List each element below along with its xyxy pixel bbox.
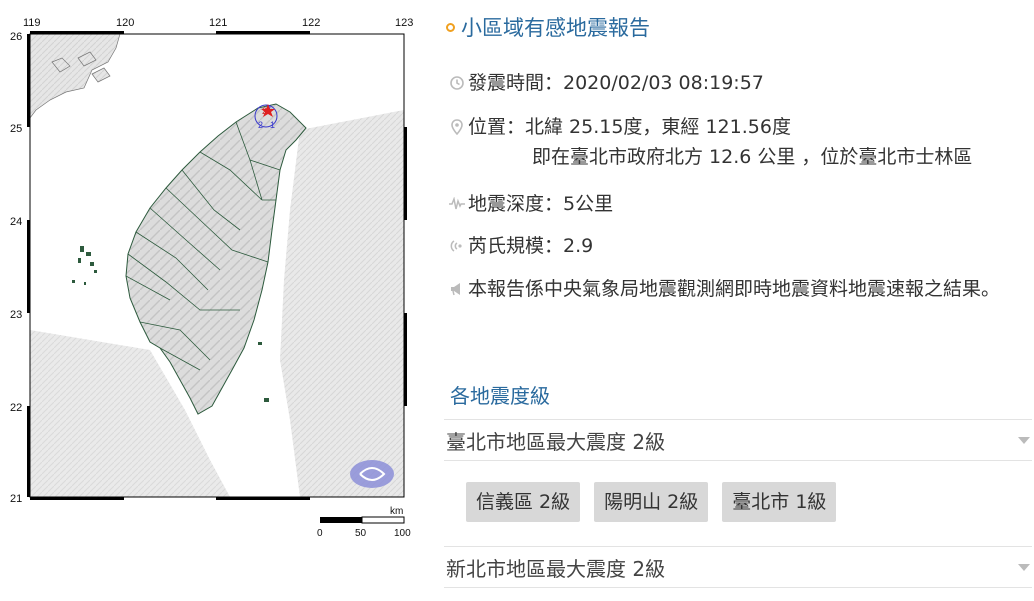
station-badge-taipei: 臺北市 1級 [722, 482, 837, 522]
info-location: 位置：北緯 25.15度，東經 121.56度 即在臺北市政府北方 12.6 公… [448, 112, 972, 172]
wave-icon [448, 231, 466, 261]
info-depth: 地震深度：5公里 [448, 189, 613, 219]
info-note: 本報告係中央氣象局地震觀測網即時地震資料地震速報之結果。 [448, 274, 1028, 304]
megaphone-icon [448, 274, 466, 304]
info-time: 發震時間：2020/02/03 08:19:57 [448, 68, 764, 98]
station-badge-yangmingshan: 陽明山 2級 [594, 482, 709, 522]
info-magnitude: 芮氏規模：2.9 [448, 231, 593, 261]
region-new-taipei-city[interactable]: 新北市地區最大震度 2級 [444, 546, 1032, 588]
lat-tick-25: 25 [10, 123, 22, 135]
time-text: 發震時間：2020/02/03 08:19:57 [468, 72, 764, 94]
bullet-icon [446, 22, 455, 32]
earthquake-report: 小區域有感地震報告 發震時間：2020/02/03 08:19:57 位置：北緯… [444, 0, 1034, 601]
region-taipei-city[interactable]: 臺北市地區最大震度 2級 [444, 419, 1032, 461]
clock-icon [448, 68, 466, 98]
small-island [258, 342, 262, 345]
intensity-label-b: 1 [270, 120, 275, 130]
intensity-label-a: 2 [258, 120, 263, 130]
lat-tick-26: 26 [10, 31, 22, 43]
lat-tick-23: 23 [10, 309, 22, 321]
lat-tick-24: 24 [10, 216, 22, 228]
scale-tick-50: 50 [355, 528, 367, 539]
lon-tick-122: 122 [302, 17, 320, 29]
depth-text: 地震深度：5公里 [468, 193, 614, 215]
region-taipei-city-label: 臺北市地區最大震度 2級 [446, 429, 666, 454]
lon-tick-123: 123 [395, 17, 413, 29]
cwb-logo [350, 460, 394, 488]
report-title: 小區域有感地震報告 [444, 12, 650, 42]
note-text: 本報告係中央氣象局地震觀測網即時地震資料地震速報之結果。 [468, 278, 1001, 300]
chevron-down-icon [1018, 436, 1030, 444]
scale-bar: km 0 50 100 [317, 506, 411, 539]
station-list: 信義區 2級 陽明山 2級 臺北市 1級 [466, 482, 837, 522]
epicenter-map-panel: 2 1 2 2 119 120 121 122 123 26 25 24 23 … [0, 0, 430, 601]
lat-tick-22: 22 [10, 402, 22, 414]
scale-unit: km [390, 506, 403, 517]
epicenter-map: 2 1 2 2 119 120 121 122 123 26 25 24 23 … [10, 17, 413, 539]
location-line1: 位置：北緯 25.15度，東經 121.56度 [468, 116, 791, 138]
green-island [264, 398, 269, 402]
seismograph-icon [448, 189, 466, 219]
lat-tick-21: 21 [10, 493, 22, 505]
map-pin-icon [448, 112, 466, 142]
report-title-text: 小區域有感地震報告 [461, 16, 650, 40]
magnitude-text: 芮氏規模：2.9 [468, 235, 594, 257]
scale-tick-0: 0 [317, 528, 323, 539]
scale-tick-100: 100 [394, 528, 411, 539]
chevron-down-icon [1018, 563, 1030, 571]
intensity-section-title: 各地震度級 [450, 384, 550, 408]
lon-tick-121: 121 [209, 17, 227, 29]
lon-tick-119: 119 [23, 17, 41, 29]
region-new-taipei-city-label: 新北市地區最大震度 2級 [446, 556, 666, 581]
station-badge-xinyi: 信義區 2級 [466, 482, 581, 522]
lon-tick-120: 120 [116, 17, 134, 29]
location-line2: 即在臺北市政府北方 12.6 公里 ，位於臺北市士林區 [532, 146, 973, 168]
seafloor-relief [280, 110, 404, 497]
